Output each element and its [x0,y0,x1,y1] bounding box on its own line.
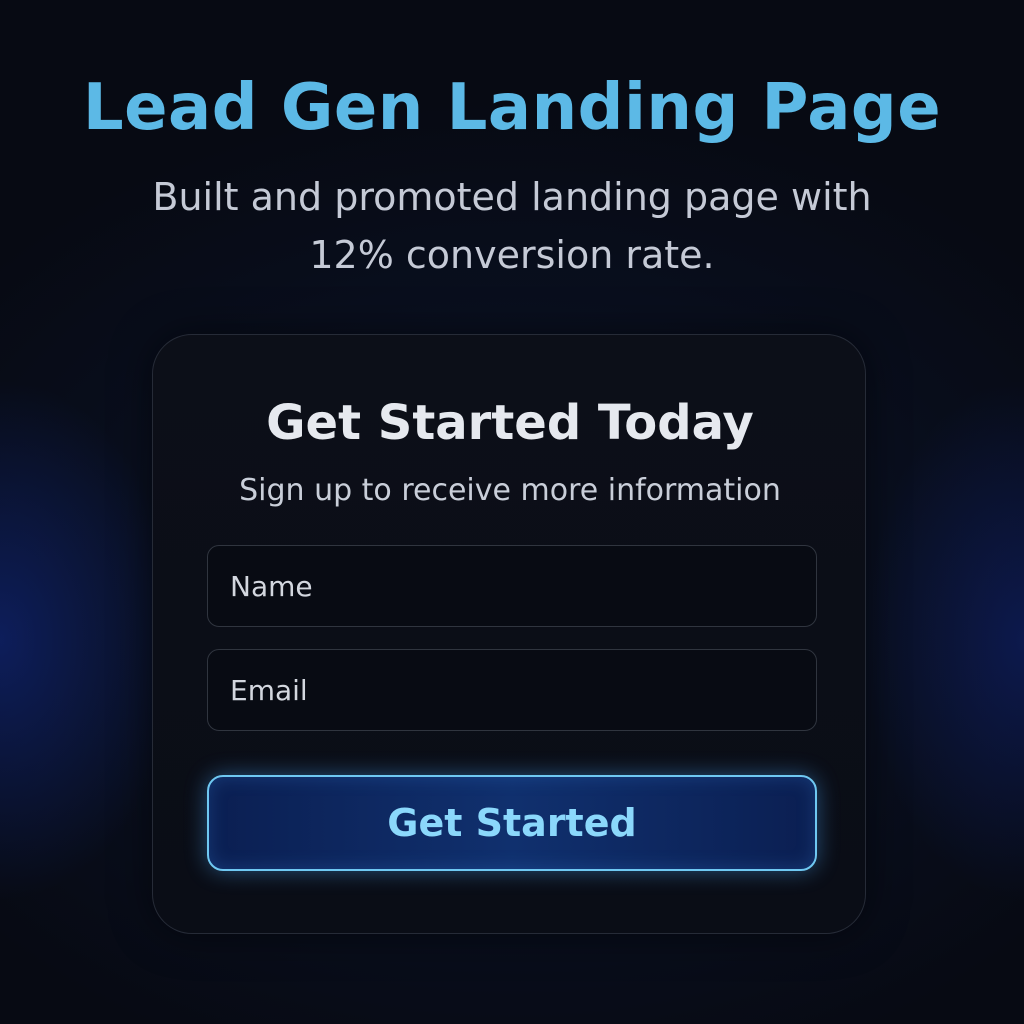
signup-card-title: Get Started Today [266,395,754,451]
page-title: Lead Gen Landing Page [82,71,942,145]
get-started-button[interactable]: Get Started [207,775,817,871]
signup-card-subtitle: Sign up to receive more information [239,473,781,508]
name-input[interactable] [207,545,817,627]
email-input[interactable] [207,649,817,731]
page-subtitle: Built and promoted landing page with 12%… [152,175,872,277]
signup-card: Get Started Today Sign up to receive mor… [152,334,866,934]
